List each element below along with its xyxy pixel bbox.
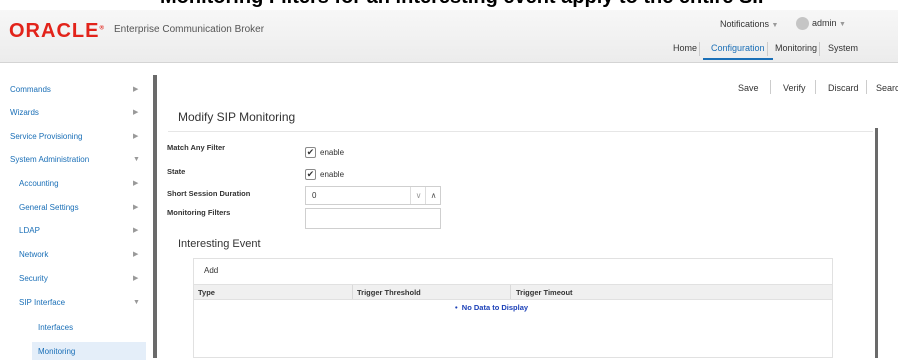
- chevron-right-icon: ▶: [133, 86, 139, 93]
- sidebar-item-monitoring[interactable]: Monitoring: [38, 341, 75, 363]
- sidebar-splitter[interactable]: [153, 75, 157, 358]
- monitoring-filters-label: Monitoring Filters: [167, 208, 231, 217]
- sidebar-item-ldap[interactable]: LDAP: [19, 220, 40, 242]
- nav-monitoring[interactable]: Monitoring: [775, 43, 817, 58]
- state-label: State: [167, 167, 186, 176]
- notifications-menu[interactable]: Notifications ▼: [720, 19, 778, 29]
- sidebar-item-security[interactable]: Security: [19, 268, 48, 290]
- nav-divider: [767, 42, 768, 56]
- sidebar-item-general-settings[interactable]: General Settings: [19, 197, 79, 219]
- chevron-right-icon: ▶: [133, 251, 139, 258]
- state-text: enable: [320, 170, 345, 179]
- save-button[interactable]: Save: [738, 83, 759, 93]
- empty-state-message: • No Data to Display: [455, 303, 529, 312]
- chevron-down-icon: ▼: [771, 22, 779, 29]
- toolbar-divider: [866, 80, 867, 94]
- state-checkbox[interactable]: ✔: [305, 169, 316, 180]
- chevron-down-icon: ▼: [133, 299, 140, 306]
- sidebar-item-wizards[interactable]: Wizards: [10, 102, 39, 124]
- page-caption: Monitoring Filters for an interesting ev…: [0, 0, 898, 10]
- checkmark-icon: ✔: [306, 147, 315, 157]
- toolbar-divider: [770, 80, 771, 94]
- column-divider: [352, 285, 353, 299]
- column-header-trigger-threshold[interactable]: Trigger Threshold: [357, 288, 421, 297]
- match-any-filter-checkbox[interactable]: ✔: [305, 147, 316, 158]
- user-menu[interactable]: admin ▼: [796, 17, 846, 30]
- add-button[interactable]: Add: [204, 266, 218, 275]
- nav-divider: [819, 42, 820, 56]
- title-divider: [168, 131, 873, 132]
- page-title: Modify SIP Monitoring: [178, 110, 296, 124]
- monitoring-filters-input[interactable]: [305, 208, 441, 229]
- column-header-type[interactable]: Type: [198, 288, 215, 297]
- stepper-down-icon[interactable]: ∨: [410, 187, 426, 204]
- user-avatar-icon: [796, 17, 809, 30]
- nav-home[interactable]: Home: [673, 43, 697, 58]
- match-any-filter-label: Match Any Filter: [167, 143, 226, 152]
- sidebar-item-accounting[interactable]: Accounting: [19, 173, 59, 195]
- toolbar-divider: [815, 80, 816, 94]
- table-header: Type Trigger Threshold Trigger Timeout: [194, 284, 832, 300]
- interesting-event-table: Add Type Trigger Threshold Trigger Timeo…: [193, 258, 833, 358]
- chevron-right-icon: ▶: [133, 204, 139, 211]
- sidebar-item-service-provisioning[interactable]: Service Provisioning: [10, 126, 82, 148]
- short-session-duration-label: Short Session Duration: [167, 189, 251, 198]
- sidebar-item-interfaces[interactable]: Interfaces: [38, 317, 73, 339]
- verify-button[interactable]: Verify: [783, 83, 806, 93]
- column-header-trigger-timeout[interactable]: Trigger Timeout: [516, 288, 573, 297]
- app-header: ORACLE® Enterprise Communication Broker …: [0, 10, 898, 63]
- sidebar-item-sip-interface[interactable]: SIP Interface: [19, 292, 65, 314]
- stepper-up-icon[interactable]: ∧: [425, 187, 441, 204]
- chevron-right-icon: ▶: [133, 275, 139, 282]
- nav-configuration[interactable]: Configuration: [703, 43, 773, 60]
- sidebar-item-commands[interactable]: Commands: [10, 79, 51, 101]
- chevron-right-icon: ▶: [133, 227, 139, 234]
- chevron-down-icon: ▼: [839, 20, 846, 28]
- oracle-logo: ORACLE®: [9, 20, 105, 42]
- nav-system[interactable]: System: [828, 43, 858, 58]
- match-any-filter-text: enable: [320, 148, 345, 157]
- chevron-right-icon: ▶: [133, 180, 139, 187]
- chevron-down-icon: ▼: [133, 156, 140, 163]
- chevron-right-icon: ▶: [133, 109, 139, 116]
- page-caption-text: Monitoring Filters for an interesting ev…: [160, 0, 771, 9]
- column-divider: [510, 285, 511, 299]
- interesting-event-title: Interesting Event: [178, 238, 261, 250]
- chevron-right-icon: ▶: [133, 133, 139, 140]
- search-button[interactable]: Search: [876, 83, 898, 93]
- nav-divider: [699, 42, 700, 56]
- sidebar-item-network[interactable]: Network: [19, 244, 48, 266]
- sidebar-item-system-administration[interactable]: System Administration: [10, 149, 89, 171]
- content-scrollbar[interactable]: [875, 128, 878, 358]
- checkmark-icon: ✔: [306, 169, 315, 179]
- sidebar: Commands ▶ Wizards ▶ Service Provisionin…: [0, 63, 150, 360]
- app-name: Enterprise Communication Broker: [114, 24, 265, 35]
- discard-button[interactable]: Discard: [828, 83, 859, 93]
